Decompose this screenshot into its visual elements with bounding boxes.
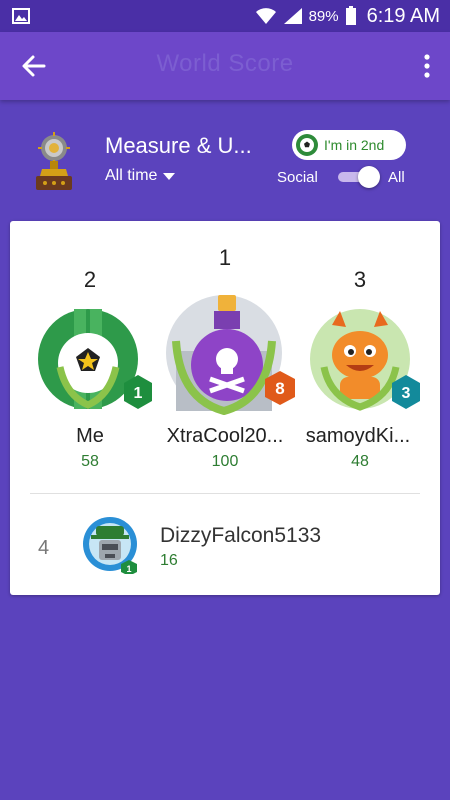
avatar-xtracool-potion[interactable]: 8: [158, 291, 298, 415]
toggle-thumb: [358, 166, 380, 188]
avatar-dizzyfalcon-robot[interactable]: 1: [82, 516, 140, 574]
podium-name-2: Me: [76, 425, 104, 447]
podium-name-1: XtraCool20...: [166, 425, 284, 447]
row-rank: 4: [38, 537, 50, 559]
podium-rank-3: 3: [353, 267, 367, 292]
soccer-ball-icon: [296, 134, 318, 156]
player-rank-chip[interactable]: I'm in 2nd: [292, 130, 406, 160]
podium-score-2: 58: [81, 453, 99, 470]
battery-percent: 89%: [308, 7, 339, 25]
timeframe-label: All time: [105, 167, 158, 184]
all-label: All: [388, 169, 405, 186]
timeframe-dropdown[interactable]: All time: [105, 167, 176, 185]
more-options-icon[interactable]: [418, 52, 436, 80]
avatar-samoyd-dragon[interactable]: 3: [310, 307, 420, 411]
level-badge-samoyd: 3: [402, 385, 411, 402]
battery-icon: [345, 6, 356, 25]
status-time: 6:19 AM: [366, 4, 440, 27]
app-bar: World Score: [0, 32, 450, 100]
level-badge-dizzyfalcon: 1: [126, 564, 131, 574]
social-all-toggle[interactable]: [336, 166, 380, 188]
signal-icon: [283, 8, 302, 24]
leaderboard-header: Measure & U... All time I'm in 2nd Socia…: [0, 100, 450, 220]
podium-name-3: samoydKi...: [305, 425, 411, 447]
dropdown-caret-icon: [163, 172, 176, 180]
level-badge-me: 1: [134, 385, 143, 402]
rank-chip-label: I'm in 2nd: [324, 137, 385, 153]
leaderboard-card: 2 1 Me 58 1 8 XtraCool20... 100 3 3 samo…: [10, 221, 440, 595]
podium-rank-2: 2: [83, 267, 97, 292]
row-player-name: DizzyFalcon5133: [160, 524, 322, 547]
status-bar: 89% 6:19 AM: [0, 0, 450, 32]
podium-score-1: 100: [211, 453, 239, 470]
app-title: World Score: [156, 50, 294, 77]
divider: [30, 493, 420, 494]
podium-score-3: 48: [351, 453, 369, 470]
row-score: 16: [160, 552, 178, 569]
level-badge-xtracool: 8: [275, 379, 284, 398]
leaderboard-title: Measure & U...: [105, 133, 252, 158]
social-label: Social: [277, 169, 318, 186]
gallery-notification-icon: [12, 8, 30, 24]
trophy-icon: [36, 132, 72, 190]
avatar-me-soccer-ball[interactable]: 1: [38, 307, 152, 411]
wifi-icon: [255, 8, 276, 24]
podium-rank-1: 1: [218, 245, 232, 270]
